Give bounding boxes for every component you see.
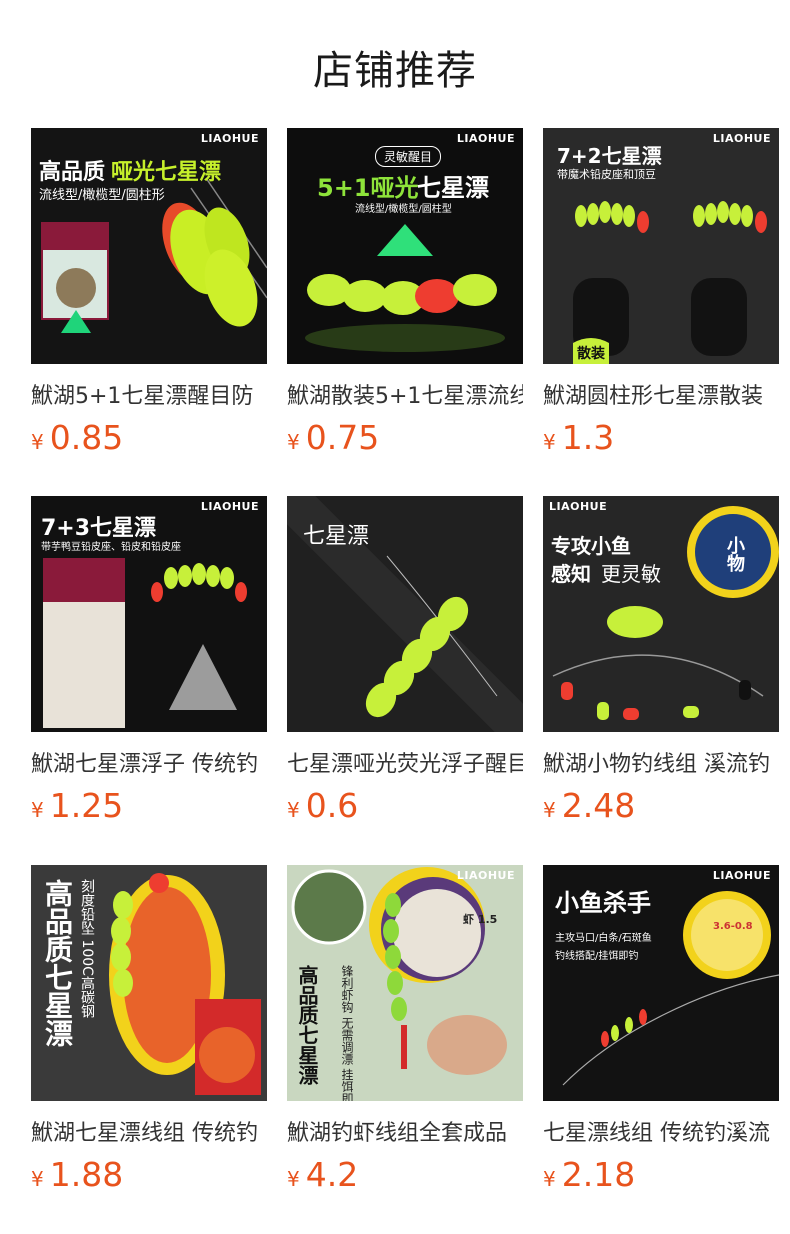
brand-logo: LIAOHUE <box>200 132 259 145</box>
overlay-subtitle: 主攻马口/白条/石斑鱼 <box>555 933 652 944</box>
spool-label: 3.6-0.8 <box>713 921 753 932</box>
float-illustration <box>287 865 523 1101</box>
price-value: 0.75 <box>305 418 380 457</box>
currency-symbol: ¥ <box>31 430 44 454</box>
overlay-headline: 专攻小鱼 <box>551 534 631 558</box>
price-value: 0.6 <box>305 786 359 825</box>
product-card[interactable]: LIAOHUE 7+3七星漂 带芋鸭豆铅皮座、铅皮和铅皮座 鮲湖七星漂浮子 传统… <box>31 496 267 830</box>
price-value: 1.3 <box>561 418 615 457</box>
product-image[interactable]: LIAOHUE 小鱼杀手 主攻马口/白条/石斑鱼 钓线搭配/挂饵即钓 3.6-0… <box>543 865 779 1101</box>
overlay-headline: 高品质七星漂 <box>41 879 74 1047</box>
overlay-headline: 高品质七星漂 <box>295 965 319 1085</box>
overlay-subtitle: 带魔术铅皮座和顶豆 <box>557 168 656 181</box>
product-price: ¥4.2 <box>287 1157 523 1199</box>
overlay-badge: 灵敏醒目 <box>375 146 442 167</box>
currency-symbol: ¥ <box>31 798 44 822</box>
overlay-headline-extra: 更灵敏 <box>601 562 661 586</box>
product-card[interactable]: LIAOHUE 灵敏醒目 5+1哑光 七星漂 流线型/橄榄型/圆柱型 鮲湖散装5… <box>287 128 523 462</box>
product-image[interactable]: LIAOHUE 7+3七星漂 带芋鸭豆铅皮座、铅皮和铅皮座 <box>31 496 267 732</box>
product-image[interactable]: 七星漂 <box>287 496 523 732</box>
product-card[interactable]: LIAOHUE 高品质七星漂 锋利虾钩 无需调漂 挂饵即钓 虾 1.5 鮲湖钓虾… <box>287 865 523 1199</box>
overlay-headline: 小鱼杀手 <box>555 889 651 917</box>
product-price: ¥2.48 <box>543 788 779 830</box>
brand-logo: LIAOHUE <box>456 132 515 145</box>
product-price: ¥1.25 <box>31 788 267 830</box>
brand-logo: LIAOHUE <box>712 869 771 882</box>
overlay-subtitle: 流线型/橄榄型/圆柱形 <box>39 188 165 203</box>
product-price: ¥1.88 <box>31 1157 267 1199</box>
currency-symbol: ¥ <box>287 1167 300 1191</box>
overlay-subtitle: 刻度铅坠 100C高碳钢 <box>79 879 95 1018</box>
price-value: 2.18 <box>561 1155 636 1194</box>
overlay-headline-accent: 哑光七星漂 <box>111 160 222 185</box>
currency-symbol: ¥ <box>543 430 556 454</box>
product-name[interactable]: 鮲湖七星漂线组 传统钓 <box>31 1119 267 1149</box>
product-price: ¥0.75 <box>287 420 523 462</box>
overlay-tag: 散装 <box>577 346 605 362</box>
product-name[interactable]: 七星漂线组 传统钓溪流 <box>543 1119 779 1149</box>
overlay-headline: 七星漂 <box>303 524 370 549</box>
currency-symbol: ¥ <box>287 798 300 822</box>
price-value: 2.48 <box>561 786 636 825</box>
brand-logo: LIAOHUE <box>712 132 771 145</box>
product-image[interactable]: LIAOHUE 灵敏醒目 5+1哑光 七星漂 流线型/橄榄型/圆柱型 <box>287 128 523 364</box>
product-name[interactable]: 鮲湖钓虾线组全套成品 <box>287 1119 523 1149</box>
currency-symbol: ¥ <box>287 430 300 454</box>
product-price: ¥0.6 <box>287 788 523 830</box>
overlay-subtitle: 锋利虾钩 无需调漂 挂饵即钓 <box>340 965 354 1101</box>
currency-symbol: ¥ <box>31 1167 44 1191</box>
price-value: 0.85 <box>49 418 124 457</box>
product-name[interactable]: 鮲湖小物钓线组 溪流钓 <box>543 750 779 780</box>
currency-symbol: ¥ <box>543 798 556 822</box>
overlay-headline-accent: 七星漂 <box>417 174 489 202</box>
overlay-headline-accent: 感知 <box>551 562 591 586</box>
product-image[interactable]: LIAOHUE 7+2七星漂 带魔术铅皮座和顶豆 散装 <box>543 128 779 364</box>
price-value: 4.2 <box>305 1155 359 1194</box>
currency-symbol: ¥ <box>543 1167 556 1191</box>
price-value: 1.88 <box>49 1155 124 1194</box>
brand-logo: LIAOHUE <box>456 869 515 882</box>
product-price: ¥1.3 <box>543 420 779 462</box>
spool-label: 小物 <box>724 536 745 572</box>
overlay-subtitle: 带芋鸭豆铅皮座、铅皮和铅皮座 <box>41 542 181 553</box>
product-price: ¥0.85 <box>31 420 267 462</box>
product-image[interactable]: LIAOHUE 专攻小鱼 感知 更灵敏 小物 <box>543 496 779 732</box>
product-card[interactable]: 七星漂 七星漂哑光荧光浮子醒目 ¥0.6 <box>287 496 523 830</box>
product-card[interactable]: LIAOHUE 小鱼杀手 主攻马口/白条/石斑鱼 钓线搭配/挂饵即钓 3.6-0… <box>543 865 779 1199</box>
overlay-headline: 高品质 <box>39 160 106 185</box>
product-image[interactable]: LIAOHUE 高品质 哑光七星漂 流线型/橄榄型/圆柱形 <box>31 128 267 364</box>
overlay-headline: 5+1哑光 <box>317 174 419 202</box>
page-title: 店铺推荐 <box>313 48 477 94</box>
price-value: 1.25 <box>49 786 124 825</box>
spool-label: 虾 1.5 <box>463 913 498 926</box>
product-card[interactable]: LIAOHUE 7+2七星漂 带魔术铅皮座和顶豆 散装 鮲湖圆柱形七星漂散装 ¥… <box>543 128 779 462</box>
overlay-headline: 7+2七星漂 <box>557 144 662 168</box>
brand-logo: LIAOHUE <box>200 500 259 513</box>
product-name[interactable]: 鮲湖5+1七星漂醒目防 <box>31 382 267 412</box>
product-price: ¥2.18 <box>543 1157 779 1199</box>
product-name[interactable]: 鮲湖圆柱形七星漂散装 <box>543 382 779 412</box>
overlay-subtitle-2: 钓线搭配/挂饵即钓 <box>555 951 639 962</box>
brand-logo: LIAOHUE <box>549 500 608 513</box>
product-name[interactable]: 鮲湖散装5+1七星漂流线 <box>287 382 523 412</box>
product-image[interactable]: 高品质七星漂 刻度铅坠 100C高碳钢 <box>31 865 267 1101</box>
product-name[interactable]: 鮲湖七星漂浮子 传统钓 <box>31 750 267 780</box>
product-image[interactable]: LIAOHUE 高品质七星漂 锋利虾钩 无需调漂 挂饵即钓 虾 1.5 <box>287 865 523 1101</box>
product-card[interactable]: LIAOHUE 专攻小鱼 感知 更灵敏 小物 鮲湖小物钓线组 溪流钓 ¥2.48 <box>543 496 779 830</box>
overlay-subtitle: 流线型/橄榄型/圆柱型 <box>355 204 452 215</box>
product-card[interactable]: LIAOHUE 高品质 哑光七星漂 流线型/橄榄型/圆柱形 鮲湖5+1七星漂醒目… <box>31 128 267 462</box>
product-card[interactable]: 高品质七星漂 刻度铅坠 100C高碳钢 鮲湖七星漂线组 传统钓 ¥1.88 <box>31 865 267 1199</box>
product-name[interactable]: 七星漂哑光荧光浮子醒目 <box>287 750 523 780</box>
